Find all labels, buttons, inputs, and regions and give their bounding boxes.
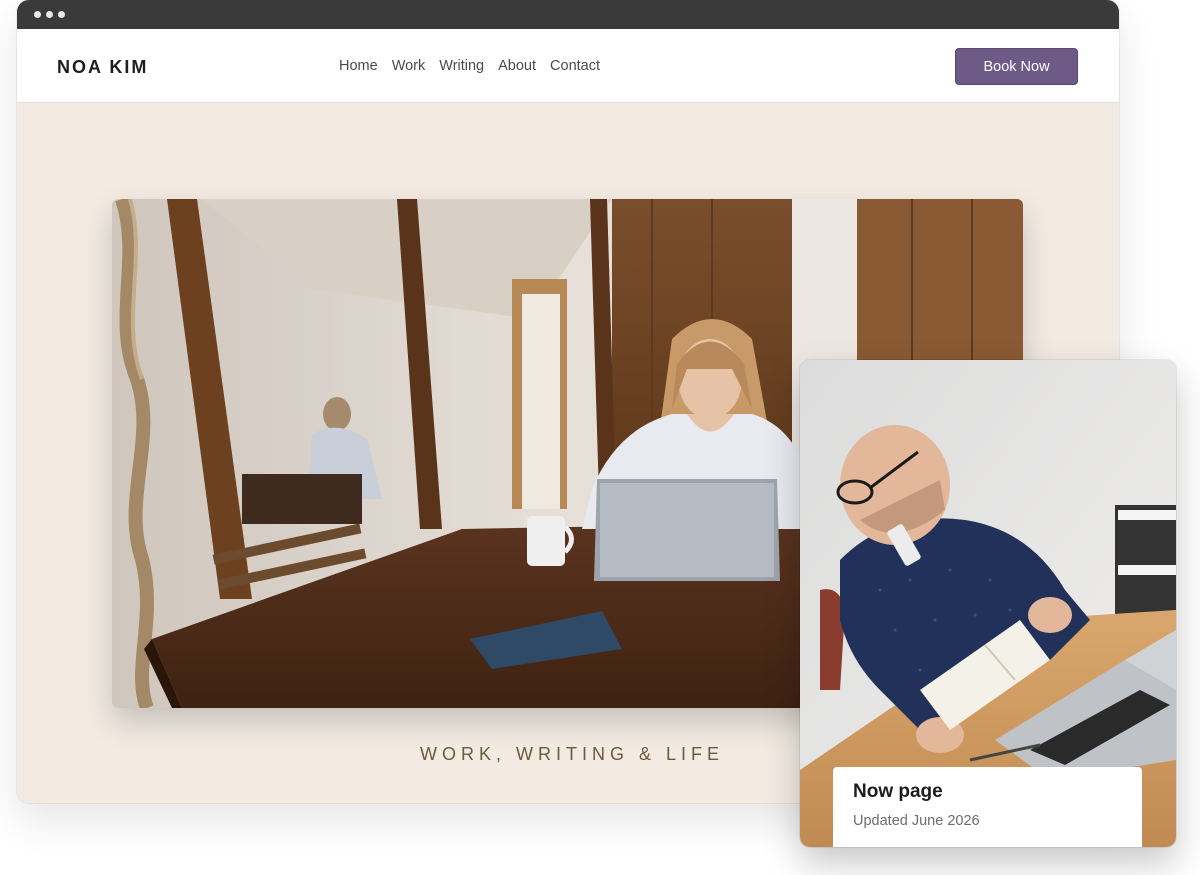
card-subtitle: Updated June 2026 bbox=[853, 813, 980, 829]
now-page-card[interactable]: Now page Updated June 2026 bbox=[800, 360, 1176, 847]
book-now-button[interactable]: Book Now bbox=[955, 48, 1078, 85]
nav-link-home[interactable]: Home bbox=[339, 58, 378, 74]
now-page-label[interactable]: Now page Updated June 2026 bbox=[833, 767, 1142, 847]
nav-link-contact[interactable]: Contact bbox=[550, 58, 600, 74]
window-dot-icon[interactable] bbox=[58, 11, 65, 18]
nav-link-about[interactable]: About bbox=[498, 58, 536, 74]
main-nav: Home Work Writing About Contact bbox=[339, 58, 600, 74]
nav-link-work[interactable]: Work bbox=[392, 58, 426, 74]
site-brand[interactable]: NOA KIM bbox=[57, 57, 148, 78]
nav-link-writing[interactable]: Writing bbox=[439, 58, 484, 74]
browser-titlebar bbox=[17, 0, 1119, 29]
card-title: Now page bbox=[853, 781, 943, 802]
site-header: NOA KIM Home Work Writing About Contact … bbox=[17, 29, 1119, 103]
window-dot-icon[interactable] bbox=[46, 11, 53, 18]
window-dot-icon[interactable] bbox=[34, 11, 41, 18]
